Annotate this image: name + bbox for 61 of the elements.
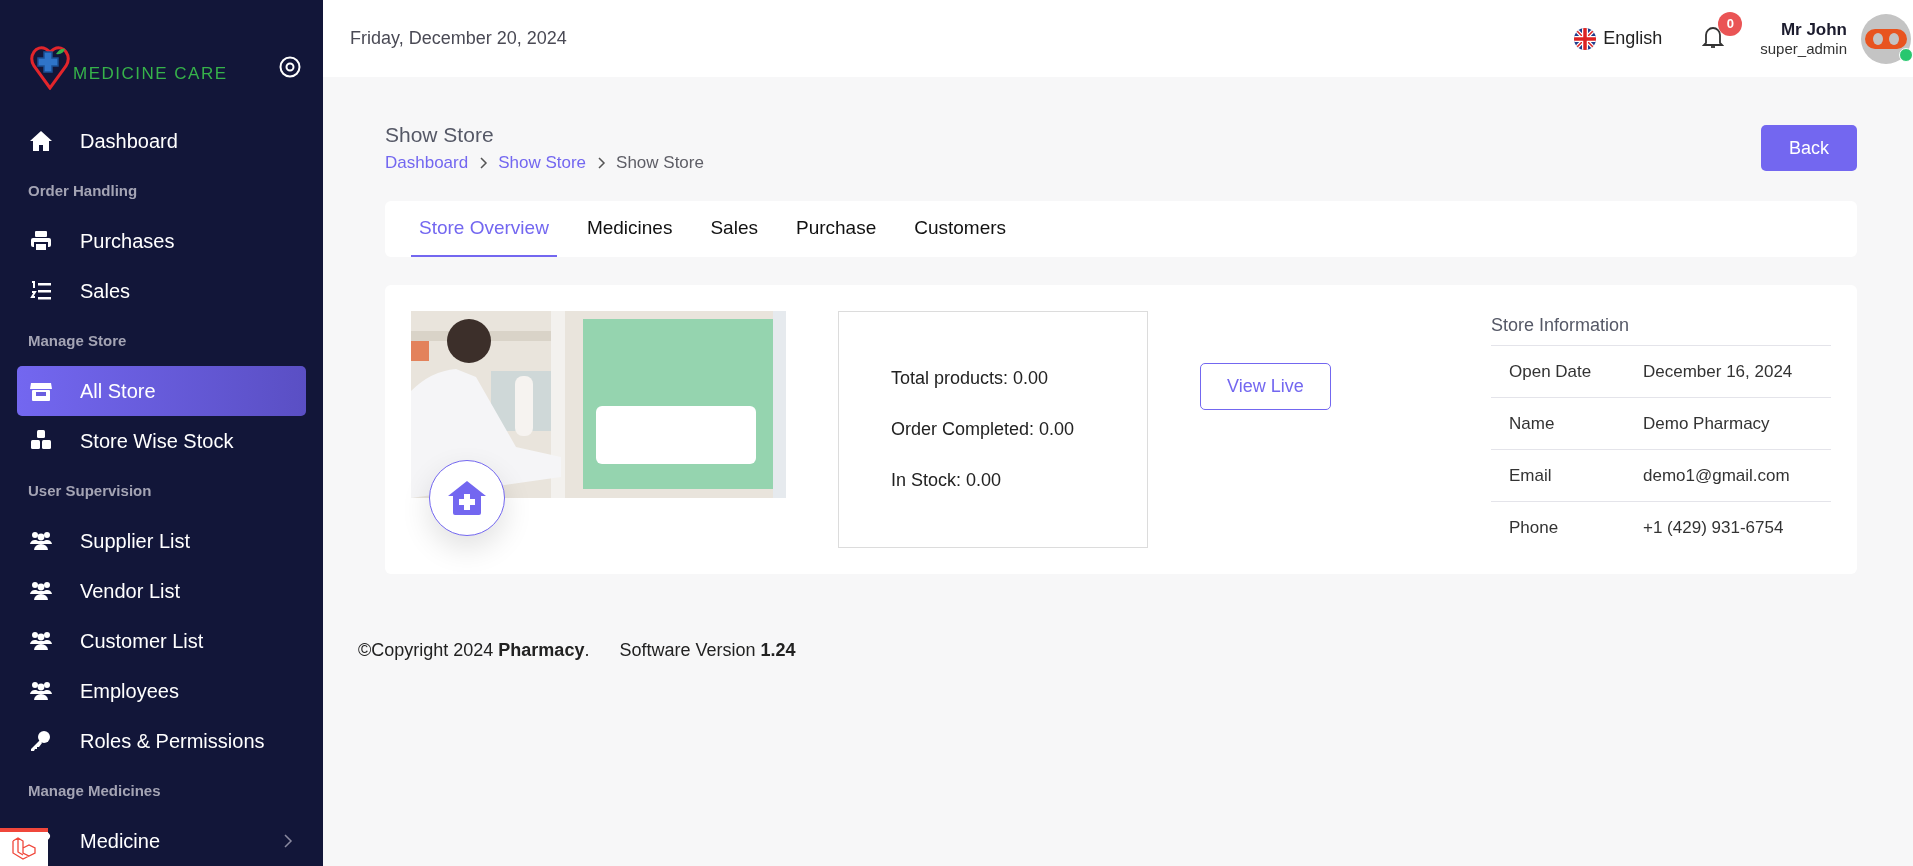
tab[interactable]: Store Overview xyxy=(411,201,557,257)
users-icon xyxy=(29,579,53,603)
user-name: Mr John xyxy=(1780,20,1847,40)
nav-item[interactable]: All Store xyxy=(17,366,306,416)
info-value: +1 (429) 931-6754 xyxy=(1643,517,1785,538)
info-label: Email xyxy=(1509,465,1553,486)
toggle-icon[interactable] xyxy=(279,56,301,78)
chevron-icon xyxy=(478,157,489,169)
view-live-button[interactable]: View Live xyxy=(1200,363,1331,410)
nav-item[interactable]: Store Wise Stock xyxy=(80,429,234,452)
info-value: December 16, 2024 xyxy=(1643,361,1794,382)
users-icon xyxy=(29,529,53,553)
nav-section-heading: User Supervision xyxy=(27,481,153,501)
breadcrumb-item[interactable]: Show Store xyxy=(498,153,587,173)
printer-icon xyxy=(29,229,53,253)
flag-icon xyxy=(1573,26,1598,51)
stat-text: In Stock: 0.00 xyxy=(891,470,1003,491)
medical-home-icon xyxy=(447,480,487,516)
tab[interactable]: Customers xyxy=(906,201,1015,257)
back-button[interactable]: Back xyxy=(1760,125,1857,171)
tab[interactable]: Sales xyxy=(702,201,766,257)
copyright-text: ©Copyright 2024 Pharmacy. xyxy=(358,640,590,661)
nav-section-heading: Manage Store xyxy=(27,331,128,351)
users-icon xyxy=(29,679,53,703)
home-icon xyxy=(29,129,53,153)
stat-text: Total products: 0.00 xyxy=(891,368,1050,389)
nav-item[interactable]: Vendor List xyxy=(80,579,181,602)
info-value: demo1@gmail.com xyxy=(1643,465,1791,486)
info-label: Name xyxy=(1509,413,1556,434)
nav-item[interactable]: Sales xyxy=(80,279,131,302)
avatar-icon[interactable] xyxy=(1861,13,1911,64)
notification-count: 0 xyxy=(1718,11,1743,36)
brand-name: MEDICINE CARE xyxy=(73,64,228,84)
nav-item[interactable]: Dashboard xyxy=(80,129,178,152)
stat-text: Order Completed: 0.00 xyxy=(891,419,1076,440)
tab[interactable]: Medicines xyxy=(578,201,681,257)
date-text: Friday, December 20, 2024 xyxy=(350,28,568,49)
version-text: Software Version 1.24 xyxy=(619,640,796,661)
nav-item[interactable]: Roles & Permissions xyxy=(80,729,265,752)
key-icon xyxy=(29,729,53,753)
language-selector[interactable]: English xyxy=(1603,28,1663,49)
info-label: Open Date xyxy=(1509,361,1593,382)
nav-item[interactable]: Employees xyxy=(80,679,179,702)
breadcrumb-item: Show Store xyxy=(616,153,704,173)
info-value: Demo Pharmacy xyxy=(1643,413,1771,434)
numbered-list-icon xyxy=(29,279,53,303)
nav-item[interactable]: Customer List xyxy=(80,629,204,652)
nav-item[interactable]: Purchases xyxy=(80,229,175,252)
nav-item[interactable]: Supplier List xyxy=(80,529,191,552)
nav-section-heading: Order Handling xyxy=(27,181,139,201)
tab[interactable]: Purchase xyxy=(787,201,885,257)
breadcrumb-item[interactable]: Dashboard xyxy=(385,153,469,173)
chevron-icon xyxy=(596,157,607,169)
nav-section-heading: Manage Medicines xyxy=(27,781,162,801)
info-label: Phone xyxy=(1509,517,1560,538)
users-icon xyxy=(29,629,53,653)
section-title: Store Information xyxy=(1491,311,1831,346)
nav-item[interactable]: Medicine xyxy=(80,829,161,852)
logo-icon xyxy=(30,44,70,90)
user-role: super_admin xyxy=(1760,40,1847,57)
page-title: Show Store xyxy=(385,123,495,147)
